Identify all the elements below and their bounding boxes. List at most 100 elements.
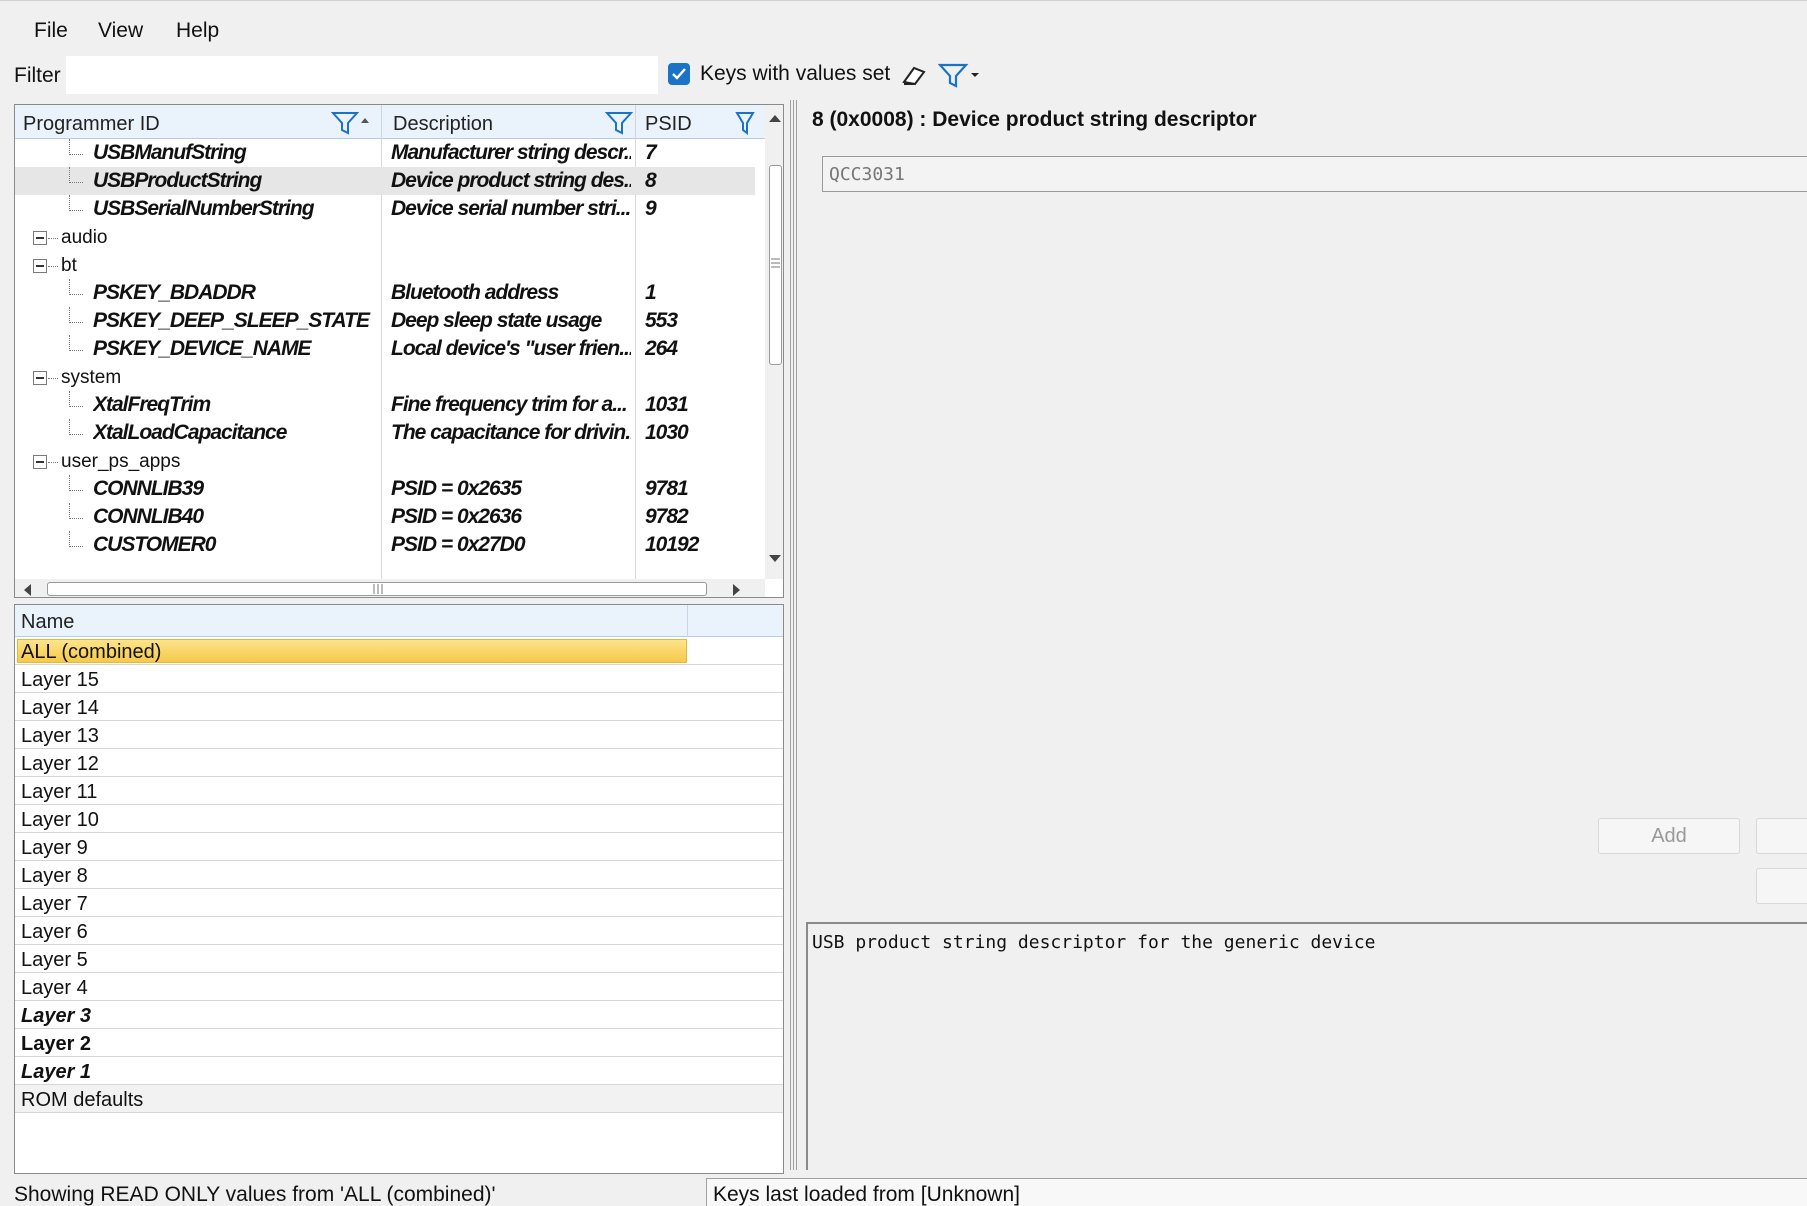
menu-view[interactable]: View — [98, 19, 143, 43]
layer-row[interactable]: Layer 2 — [15, 1029, 783, 1057]
layer-name: Layer 5 — [21, 949, 88, 971]
layer-row[interactable]: Layer 11 — [15, 777, 783, 805]
description-cell: PSID = 0x2635 — [391, 477, 522, 500]
tree-key-row[interactable]: USBSerialNumberString Device serial numbe… — [15, 195, 755, 223]
psid-cell: 1031 — [645, 393, 689, 416]
layer-name: Layer 7 — [21, 893, 88, 915]
add-button[interactable]: Add — [1598, 818, 1740, 854]
tree-key-row[interactable]: USBManufString Manufacturer string descr.… — [15, 139, 755, 167]
description-cell: PSID = 0x2636 — [391, 505, 522, 528]
panel-splitter[interactable] — [790, 100, 798, 1170]
collapse-icon[interactable] — [33, 371, 47, 385]
scroll-right-icon[interactable] — [731, 583, 741, 597]
layer-row[interactable]: Layer 13 — [15, 721, 783, 749]
layer-name: Layer 3 — [21, 1005, 92, 1027]
tree-key-row[interactable]: XtalFreqTrim Fine frequency trim for a...… — [15, 391, 755, 419]
layer-row[interactable]: Layer 1 — [15, 1057, 783, 1085]
description-cell: Manufacturer string descr... — [391, 141, 631, 164]
collapse-icon[interactable] — [33, 259, 47, 273]
column-psid[interactable]: PSID — [645, 113, 692, 136]
layer-row[interactable]: Layer 12 — [15, 749, 783, 777]
layer-row[interactable]: Layer 7 — [15, 889, 783, 917]
filter-input[interactable] — [66, 56, 658, 94]
key-value-field[interactable]: QCC3031 — [822, 156, 1807, 192]
layer-name: Layer 15 — [21, 669, 99, 691]
column-programmer-id[interactable]: Programmer ID — [23, 113, 160, 136]
programmer-id-cell: CONNLIB40 — [93, 505, 204, 528]
column-filter-icon[interactable] — [735, 111, 755, 140]
key-description-text: USB product string descriptor for the ge… — [812, 932, 1376, 953]
psid-cell: 553 — [645, 309, 678, 332]
tree-horizontal-scrollbar[interactable] — [15, 579, 765, 597]
layer-name: Layer 4 — [21, 977, 88, 999]
tree-group-row[interactable]: user_ps_apps — [15, 447, 755, 475]
layer-row[interactable]: Layer 14 — [15, 693, 783, 721]
layer-row[interactable]: ROM defaults — [15, 1085, 783, 1113]
tree-key-row[interactable]: PSKEY_BDADDR Bluetooth address 1 — [15, 279, 755, 307]
tree-group-label: audio — [61, 227, 108, 248]
tree-key-row[interactable]: CONNLIB39 PSID = 0x2635 9781 — [15, 475, 755, 503]
programmer-id-cell: PSKEY_DEVICE_NAME — [93, 337, 312, 360]
scroll-thumb[interactable] — [47, 582, 707, 596]
layer-row[interactable]: Layer 5 — [15, 945, 783, 973]
secondary-button[interactable] — [1756, 818, 1807, 854]
menu-file[interactable]: File — [34, 19, 68, 43]
description-cell: Bluetooth address — [391, 281, 559, 304]
layer-row[interactable]: Layer 9 — [15, 833, 783, 861]
app-window: { "menu": { "file": "File", "view": "Vie… — [0, 0, 1807, 1206]
programmer-id-cell: XtalLoadCapacitance — [93, 421, 287, 444]
tertiary-button[interactable] — [1756, 868, 1807, 904]
tree-group-row[interactable]: bt — [15, 251, 755, 279]
scroll-down-icon[interactable] — [769, 551, 781, 569]
programmer-id-cell: PSKEY_BDADDR — [93, 281, 256, 304]
layer-row[interactable]: Layer 8 — [15, 861, 783, 889]
keys-with-values-checkbox[interactable] — [668, 63, 690, 85]
scroll-up-icon[interactable] — [769, 111, 781, 129]
column-description[interactable]: Description — [393, 113, 493, 136]
status-right-box: Keys last loaded from [Unknown] — [706, 1178, 1807, 1206]
column-filter-icon[interactable] — [604, 111, 634, 140]
programmer-id-cell: CONNLIB39 — [93, 477, 204, 500]
filter-dropdown-icon[interactable] — [937, 62, 982, 88]
programmer-id-cell: USBProductString — [93, 169, 262, 192]
scroll-left-icon[interactable] — [23, 583, 33, 597]
status-left: Showing READ ONLY values from 'ALL (comb… — [14, 1183, 496, 1206]
layer-name: Layer 6 — [21, 921, 88, 943]
menu-bar: File View Help — [0, 0, 1807, 54]
description-cell: Device serial number stri... — [391, 197, 631, 220]
tree-group-row[interactable]: system — [15, 363, 755, 391]
programmer-id-cell: CUSTOMER0 — [93, 533, 216, 556]
tree-key-row[interactable]: PSKEY_DEEP_SLEEP_STATE Deep sleep state u… — [15, 307, 755, 335]
key-value-text: QCC3031 — [829, 164, 905, 185]
psid-cell: 1030 — [645, 421, 689, 444]
layer-name: Layer 8 — [21, 865, 88, 887]
tree-key-row[interactable]: PSKEY_DEVICE_NAME Local device's "user fr… — [15, 335, 755, 363]
layer-name: Layer 11 — [21, 781, 98, 803]
eraser-icon[interactable] — [900, 62, 928, 88]
tree-group-label: user_ps_apps — [61, 451, 181, 472]
psid-cell: 264 — [645, 337, 678, 360]
key-tree-panel: Programmer ID Description PSID USBManufS… — [14, 104, 784, 598]
column-name[interactable]: Name — [21, 611, 74, 634]
layer-row[interactable]: ALL (combined) — [15, 637, 783, 665]
description-cell: Deep sleep state usage — [391, 309, 602, 332]
layer-row[interactable]: Layer 3 — [15, 1001, 783, 1029]
layer-row[interactable]: Layer 6 — [15, 917, 783, 945]
tree-key-row[interactable]: CUSTOMER0 PSID = 0x27D0 10192 — [15, 531, 755, 559]
tree-key-row[interactable]: CONNLIB40 PSID = 0x2636 9782 — [15, 503, 755, 531]
menu-help[interactable]: Help — [176, 19, 219, 43]
tree-group-row[interactable]: audio — [15, 223, 755, 251]
tree-key-row[interactable]: XtalLoadCapacitance The capacitance for d… — [15, 419, 755, 447]
collapse-icon[interactable] — [33, 455, 47, 469]
layer-row[interactable]: Layer 15 — [15, 665, 783, 693]
layer-row[interactable]: Layer 4 — [15, 973, 783, 1001]
description-cell: The capacitance for drivin... — [391, 421, 631, 444]
tree-key-row[interactable]: USBProductString Device product string de… — [15, 167, 755, 195]
tree-vertical-scrollbar[interactable] — [765, 105, 783, 579]
collapse-icon[interactable] — [33, 231, 47, 245]
layer-name: ALL (combined) — [21, 641, 162, 663]
layer-row[interactable]: Layer 10 — [15, 805, 783, 833]
scroll-thumb[interactable] — [769, 165, 782, 365]
column-filter-icon[interactable] — [330, 111, 373, 140]
psid-cell: 1 — [645, 281, 657, 304]
